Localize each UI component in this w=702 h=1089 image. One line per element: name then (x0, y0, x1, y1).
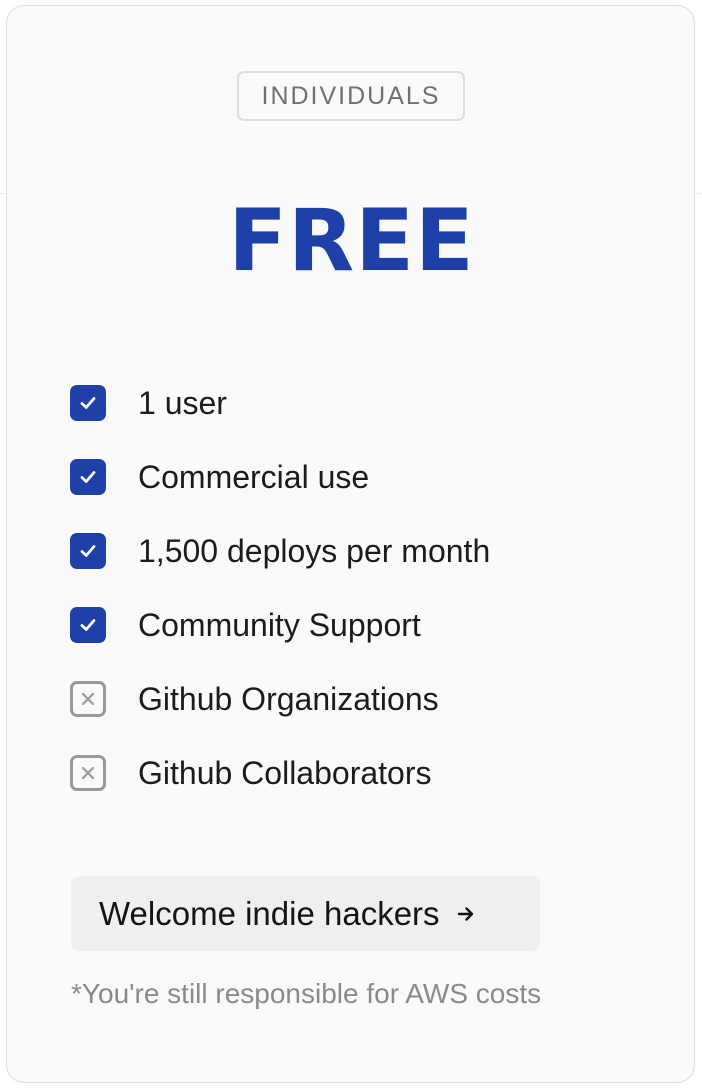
feature-label: Commercial use (138, 458, 370, 495)
cta-label: Welcome indie hackers (99, 894, 440, 932)
checkbox-x-icon (70, 755, 106, 791)
feature-list: 1 user Commercial use 1,500 deploys per … (70, 366, 490, 810)
feature-item: Github Collaborators (70, 736, 490, 810)
plan-badge: INDIVIDUALS (237, 71, 465, 121)
checkbox-checked-icon (70, 459, 106, 495)
pricing-card: INDIVIDUALS FREE 1 user Commercial use 1… (6, 5, 695, 1083)
feature-item: Commercial use (70, 440, 490, 514)
feature-label: Github Collaborators (138, 754, 432, 791)
arrow-right-icon (456, 904, 476, 924)
checkbox-checked-icon (70, 385, 106, 421)
feature-item: 1 user (70, 366, 490, 440)
feature-item: Github Organizations (70, 662, 490, 736)
plan-price: FREE (228, 191, 475, 291)
feature-label: 1 user (138, 384, 227, 421)
welcome-indie-hackers-button[interactable]: Welcome indie hackers (71, 876, 540, 951)
aws-costs-footnote: *You're still responsible for AWS costs (71, 978, 542, 1009)
feature-item: Community Support (70, 588, 490, 662)
checkbox-x-icon (70, 681, 106, 717)
feature-label: Community Support (138, 606, 421, 643)
checkbox-checked-icon (70, 533, 106, 569)
feature-item: 1,500 deploys per month (70, 514, 490, 588)
feature-label: Github Organizations (138, 680, 439, 717)
feature-label: 1,500 deploys per month (138, 532, 491, 569)
checkbox-checked-icon (70, 607, 106, 643)
